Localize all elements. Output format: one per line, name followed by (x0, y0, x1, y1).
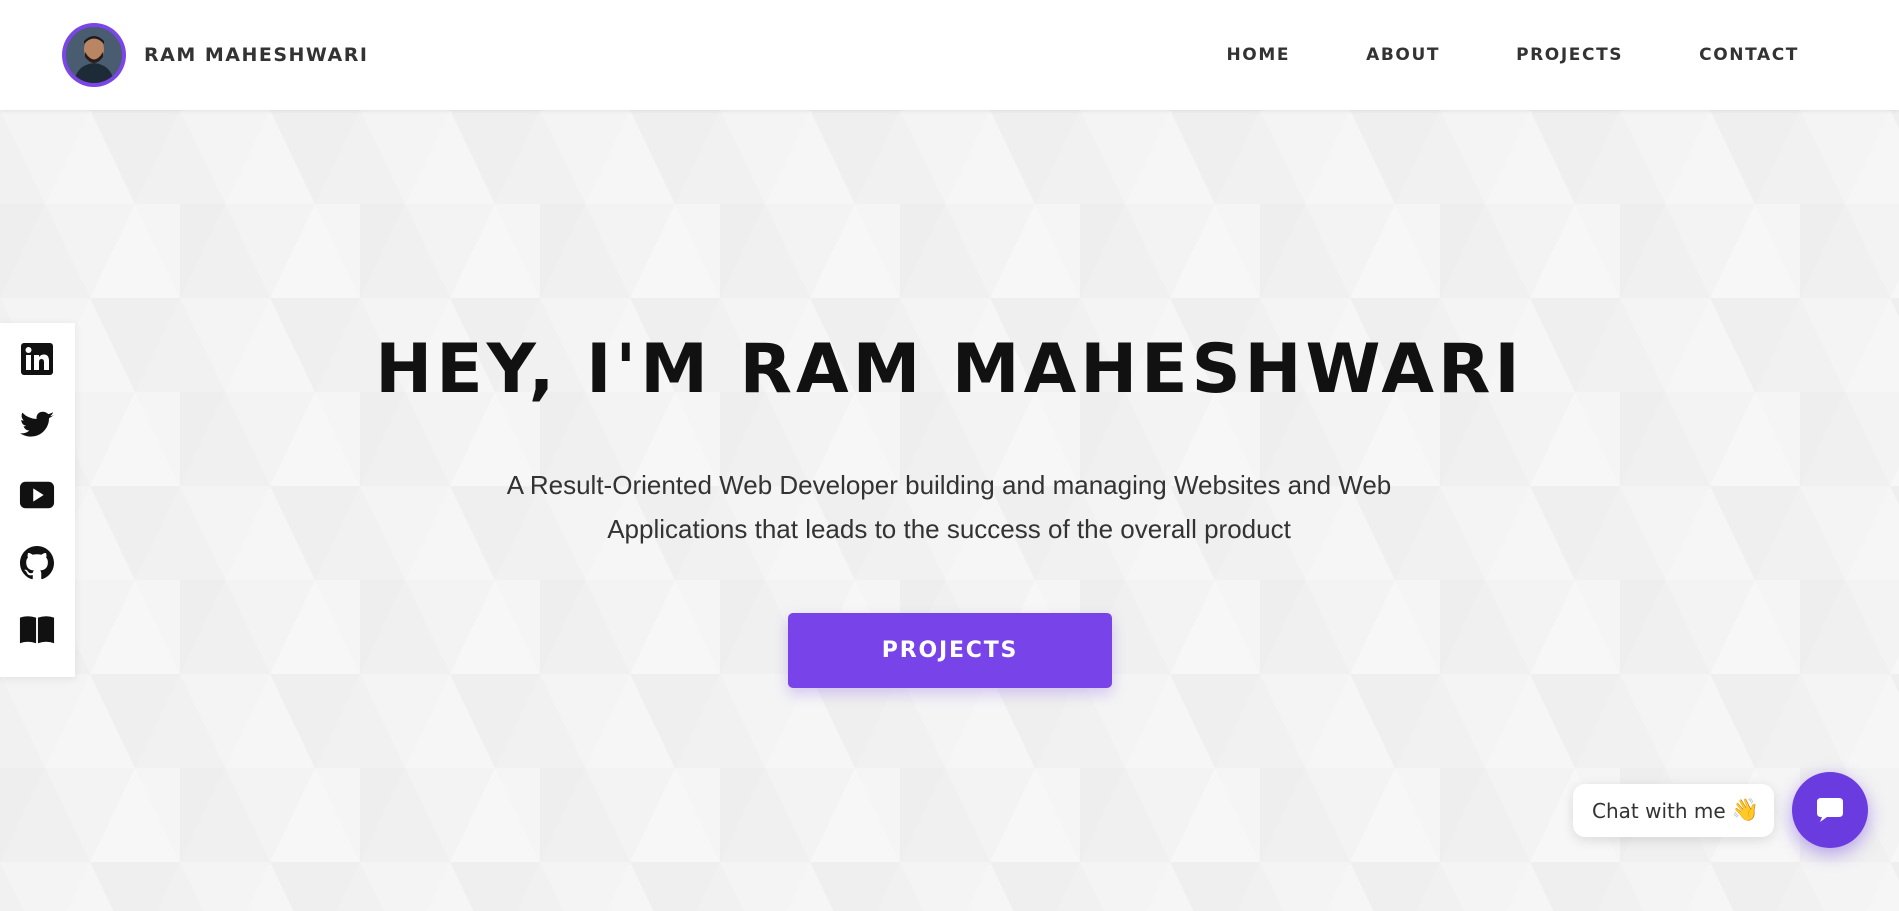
social-sidebar (0, 323, 75, 677)
wave-emoji-icon: 👋 (1731, 798, 1760, 823)
brand[interactable]: RAM MAHESHWARI (62, 23, 368, 87)
avatar (62, 23, 126, 87)
youtube-icon[interactable] (19, 477, 55, 513)
hero-subtitle: A Result-Oriented Web Developer building… (499, 463, 1399, 551)
projects-button[interactable]: PROJECTS (788, 613, 1112, 688)
main-nav: HOME ABOUT PROJECTS CONTACT (1226, 0, 1799, 110)
twitter-icon[interactable] (19, 409, 55, 445)
nav-home[interactable]: HOME (1226, 45, 1290, 65)
book-icon[interactable] (19, 611, 55, 647)
hero-subtitle-line-2: Applications that leads to the success o… (607, 514, 1291, 544)
brand-name: RAM MAHESHWARI (144, 44, 369, 66)
hero-title: HEY, I'M RAM MAHESHWARI (375, 330, 1524, 409)
chat-prompt-text: Chat with me (1592, 798, 1726, 823)
nav-projects[interactable]: PROJECTS (1516, 45, 1623, 65)
github-icon[interactable] (19, 545, 55, 581)
chat-open-button[interactable] (1792, 772, 1868, 848)
chat-icon (1817, 798, 1843, 822)
chat-prompt-bubble[interactable]: Chat with me 👋 (1573, 784, 1774, 837)
linkedin-icon[interactable] (19, 341, 55, 377)
nav-contact[interactable]: CONTACT (1699, 45, 1799, 65)
nav-about[interactable]: ABOUT (1366, 45, 1440, 65)
hero-subtitle-line-1: A Result-Oriented Web Developer building… (506, 470, 1392, 500)
site-header: RAM MAHESHWARI HOME ABOUT PROJECTS CONTA… (0, 0, 1899, 110)
